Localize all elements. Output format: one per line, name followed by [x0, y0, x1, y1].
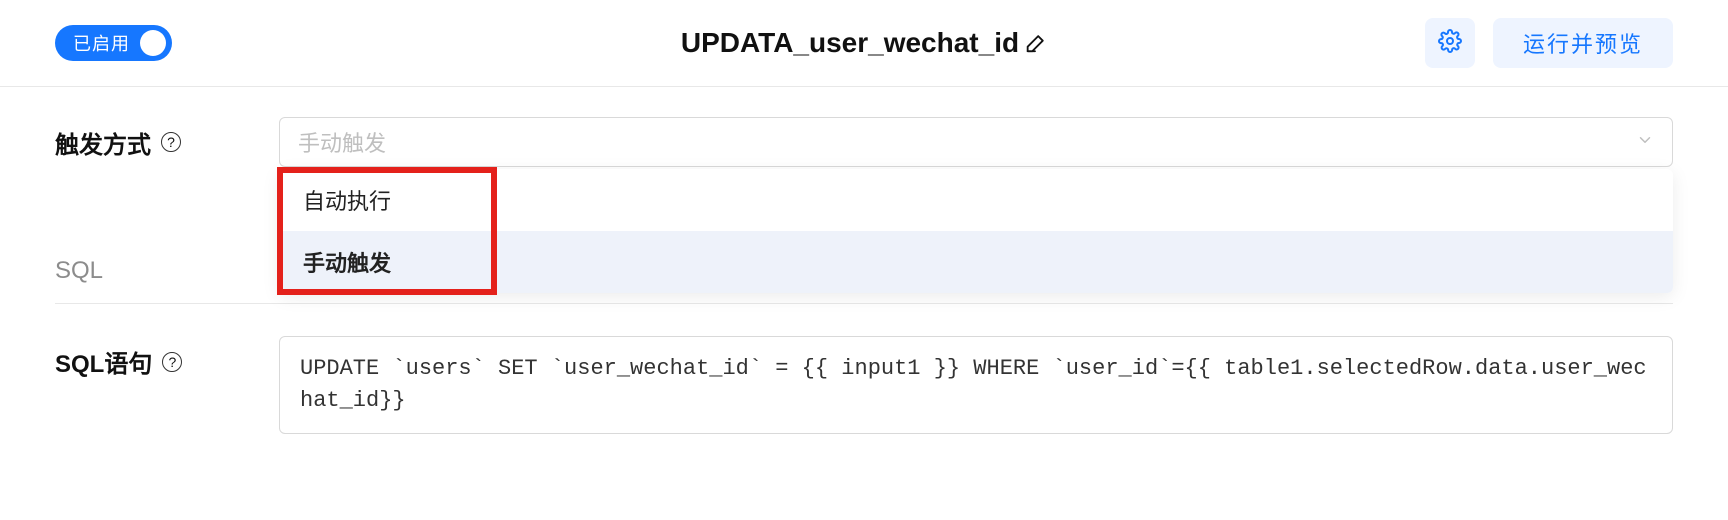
run-preview-label: 运行并预览 [1523, 27, 1643, 59]
gear-icon [1438, 29, 1462, 58]
edit-title-icon[interactable] [1025, 32, 1047, 54]
header-right: 运行并预览 [1425, 18, 1673, 68]
help-icon[interactable]: ? [162, 352, 182, 372]
run-preview-button[interactable]: 运行并预览 [1493, 18, 1673, 68]
page-title: UPDATA_user_wechat_id [681, 27, 1019, 59]
trigger-select-value: 手动触发 [298, 126, 386, 158]
trigger-label: 触发方式 ? [55, 125, 279, 160]
help-icon[interactable]: ? [161, 132, 181, 152]
sql-code-input[interactable]: UPDATE `users` SET `user_wechat_id` = {{… [279, 336, 1673, 434]
trigger-row: 触发方式 ? 手动触发 [55, 117, 1673, 167]
sql-row: SQL语句 ? UPDATE `users` SET `user_wechat_… [55, 336, 1673, 434]
trigger-dropdown: 自动执行 手动触发 [279, 169, 1673, 293]
enabled-toggle[interactable]: 已启用 [55, 25, 172, 61]
tab-sql[interactable]: SQL [55, 257, 103, 303]
enabled-toggle-label: 已启用 [73, 30, 130, 56]
header-left: 已启用 [55, 25, 172, 61]
header-bar: 已启用 UPDATA_user_wechat_id 运行并预览 [0, 0, 1728, 87]
chevron-down-icon [1636, 131, 1654, 154]
form-body: 触发方式 ? 手动触发 自动执行 手动触发 SQL SQL语句 ? UPDATE… [0, 87, 1728, 434]
sql-label: SQL语句 ? [55, 336, 279, 379]
trigger-label-text: 触发方式 [55, 125, 151, 160]
sql-label-text: SQL语句 [55, 344, 152, 379]
trigger-option-manual[interactable]: 手动触发 [279, 231, 1673, 293]
toggle-knob-icon [140, 30, 166, 56]
header-center: UPDATA_user_wechat_id [681, 27, 1047, 59]
trigger-select[interactable]: 手动触发 [279, 117, 1673, 167]
settings-button[interactable] [1425, 18, 1475, 68]
trigger-option-auto[interactable]: 自动执行 [279, 169, 1673, 231]
